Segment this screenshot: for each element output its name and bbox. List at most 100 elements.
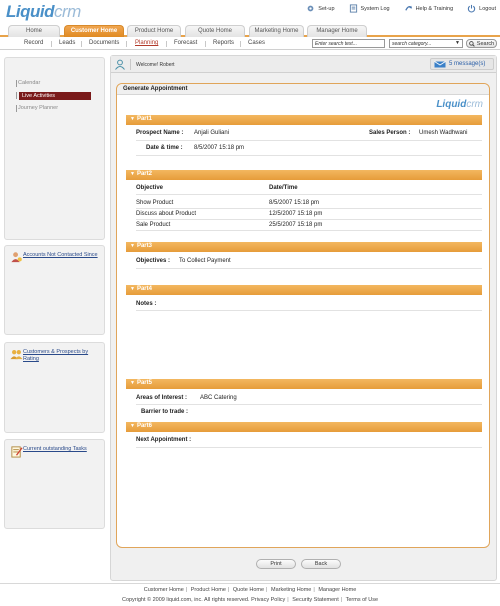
footer-link-product-home[interactable]: Product Home: [191, 587, 226, 593]
search-category-select[interactable]: search category... ▼: [389, 39, 463, 48]
tab-customer-home[interactable]: Customer Home: [64, 25, 124, 37]
footer-nav: Customer Home | Product Home | Quote Home |…: [143, 587, 357, 593]
users-icon: [10, 350, 23, 360]
tab-product-home[interactable]: Product Home: [127, 25, 181, 37]
terms-of-use-link[interactable]: Terms of Use: [346, 597, 378, 603]
gear-icon: [307, 5, 314, 12]
divider: [136, 230, 482, 231]
objective-cell: Discuss about Product: [136, 211, 197, 217]
setup-link[interactable]: Set-up: [306, 4, 335, 13]
divider: [205, 41, 206, 47]
subnav-leads[interactable]: Leads: [59, 40, 75, 46]
main-panel: Welcome! Robert 5 message(s) Generate Ap…: [110, 55, 497, 581]
divider: [136, 155, 482, 156]
areas-of-interest-value: ABC Catering: [200, 395, 237, 401]
divider: [166, 41, 167, 47]
tab-quote-home[interactable]: Quote Home: [185, 25, 245, 37]
tasks-icon: [11, 446, 23, 458]
person-icon: [11, 252, 22, 263]
subnav-documents[interactable]: Documents: [89, 40, 119, 46]
part3-header[interactable]: ▼ Part3: [126, 242, 482, 252]
divider: [130, 59, 131, 70]
tab-marketing-home[interactable]: Marketing Home: [249, 25, 304, 37]
app-logo[interactable]: Liquidcrm: [6, 2, 81, 22]
widget-outstanding-tasks: Current outstanding Tasks: [4, 439, 105, 529]
divider: [51, 41, 52, 47]
user-icon: [115, 59, 125, 70]
sidebar-item-calendar[interactable]: Calendar: [18, 80, 40, 86]
top-links: Set-up System Log Help & Training Logout: [306, 4, 496, 13]
chevron-down-icon: ▼: [455, 40, 460, 46]
objective-cell: Show Product: [136, 200, 174, 206]
divider: [136, 447, 482, 448]
privacy-policy-link[interactable]: Privacy Policy: [251, 597, 285, 603]
widget-customers-by-rating: Customers & Prospects by Rating: [4, 342, 105, 433]
objective-column-header: Objective: [136, 185, 164, 191]
part2-header[interactable]: ▼ Part2: [126, 170, 482, 180]
system-log-icon: [349, 4, 357, 13]
sales-person-value: Umesh Wadhwani: [419, 130, 468, 136]
logout-link[interactable]: Logout: [467, 4, 496, 13]
subnav-planning[interactable]: Planning: [135, 40, 158, 46]
part5-header[interactable]: ▼ Part5: [126, 379, 482, 389]
subnav-record[interactable]: Record: [24, 40, 43, 46]
divider: [81, 41, 82, 47]
sidebar-item-live-activities[interactable]: Live Activities: [19, 92, 91, 100]
footer-link-manager-home[interactable]: Manager Home: [318, 587, 356, 593]
sidebar-menu-panel: Calendar Live Activities Journey Planner: [4, 57, 105, 240]
divider: [16, 80, 17, 87]
help-training-link[interactable]: Help & Training: [404, 4, 453, 13]
security-statement-link[interactable]: Security Statement: [292, 597, 338, 603]
datetime-cell: 12/5/2007 15:18 pm: [269, 211, 323, 217]
part6-header[interactable]: ▼ Part6: [126, 422, 482, 432]
widget-title[interactable]: Current outstanding Tasks: [23, 446, 87, 453]
part1-header[interactable]: ▼ Part1: [126, 115, 482, 125]
divider: [240, 41, 241, 47]
tab-home[interactable]: Home: [8, 25, 60, 37]
search-button[interactable]: Search: [466, 39, 497, 48]
copyright-text: Copyright © 2009 liquid.com, inc. All ri…: [121, 597, 250, 603]
divider: [0, 583, 500, 584]
datetime-cell: 25/5/2007 15:18 pm: [269, 222, 323, 228]
sidebar-item-journey-planner[interactable]: Journey Planner: [18, 105, 58, 111]
sub-navigation: Record Leads Documents Planning Forecast…: [0, 38, 500, 50]
messages-badge[interactable]: 5 message(s): [430, 58, 494, 70]
widget-title[interactable]: Customers & Prospects by Rating: [23, 349, 101, 363]
help-icon: [404, 5, 412, 11]
barrier-to-trade-label: Barrier to trade :: [141, 409, 189, 415]
footer-link-customer-home[interactable]: Customer Home: [144, 587, 184, 593]
widget-title[interactable]: Accounts Not Contacted Since: [23, 252, 98, 259]
subnav-cases[interactable]: Cases: [248, 40, 265, 46]
search-icon: [468, 40, 475, 47]
divider: [136, 310, 482, 311]
subnav-forecast[interactable]: Forecast: [174, 40, 197, 46]
tab-manager-home[interactable]: Manager Home: [307, 25, 367, 37]
divider: [136, 140, 482, 141]
chevron-down-icon: ▼: [130, 171, 135, 177]
chevron-down-icon: ▼: [130, 286, 135, 292]
divider: [16, 92, 17, 99]
divider: [136, 208, 482, 209]
search-input[interactable]: Enter search text...: [312, 39, 385, 48]
notes-label: Notes :: [136, 301, 157, 307]
footer-legal: Copyright © 2009 liquid.com, inc. All ri…: [121, 597, 379, 603]
welcome-text: Welcome! Robert: [136, 62, 175, 68]
subnav-reports[interactable]: Reports: [213, 40, 234, 46]
objective-cell: Sale Product: [136, 222, 171, 228]
objectives-label: Objectives :: [136, 258, 171, 264]
divider: [136, 404, 482, 405]
next-appointment-label: Next Appointment :: [136, 437, 192, 443]
widget-accounts-not-contacted: Accounts Not Contacted Since: [4, 245, 105, 335]
logout-icon: [467, 4, 476, 13]
print-button[interactable]: Print: [256, 559, 296, 569]
footer-link-marketing-home[interactable]: Marketing Home: [271, 587, 311, 593]
part4-header[interactable]: ▼ Part4: [126, 285, 482, 295]
divider: [136, 268, 482, 269]
back-button[interactable]: Back: [301, 559, 341, 569]
date-time-value: 8/5/2007 15:18 pm: [194, 145, 245, 151]
datetime-cell: 8/5/2007 15:18 pm: [269, 200, 320, 206]
system-log-link[interactable]: System Log: [349, 4, 390, 13]
mail-icon: [434, 60, 446, 67]
footer-link-quote-home[interactable]: Quote Home: [233, 587, 264, 593]
chevron-down-icon: ▼: [130, 423, 135, 429]
